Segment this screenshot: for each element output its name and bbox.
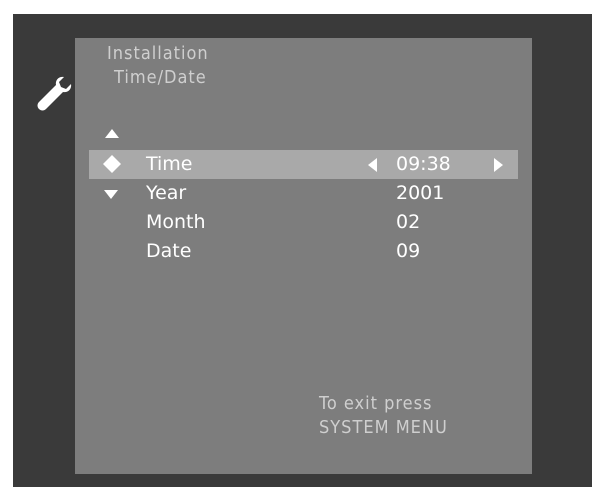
triangle-right-icon[interactable]: [494, 158, 503, 172]
wrench-icon: [37, 76, 72, 111]
triangle-down-icon[interactable]: [104, 190, 118, 199]
menu-item-year[interactable]: Year 2001: [89, 179, 518, 208]
triangle-left-icon[interactable]: [368, 158, 377, 172]
menu-item-time[interactable]: Time 09:38: [89, 150, 518, 179]
tv-screen: Installation Time/Date Time 09:38 Year 2…: [13, 14, 592, 487]
exit-hint: To exit press SYSTEM MENU: [319, 392, 448, 440]
triangle-up-icon[interactable]: [105, 129, 119, 138]
menu-item-date[interactable]: Date 09: [89, 237, 518, 266]
exit-hint-line-1: To exit press: [319, 393, 433, 414]
menu-list: Time 09:38 Year 2001 Month 02 Date 09: [75, 38, 532, 474]
menu-item-value: 02: [396, 211, 421, 233]
menu-item-label: Month: [146, 211, 206, 233]
diamond-selector-icon: [103, 155, 121, 173]
menu-item-label: Date: [146, 240, 192, 262]
menu-item-month[interactable]: Month 02: [89, 208, 518, 237]
menu-panel: Installation Time/Date Time 09:38 Year 2…: [75, 38, 532, 474]
exit-hint-line-2: SYSTEM MENU: [319, 417, 448, 438]
menu-item-value: 09: [396, 240, 421, 262]
menu-item-label: Year: [146, 182, 187, 204]
menu-item-value[interactable]: 09:38: [396, 150, 451, 179]
menu-item-value: 2001: [396, 182, 445, 204]
menu-item-label: Time: [146, 153, 193, 175]
